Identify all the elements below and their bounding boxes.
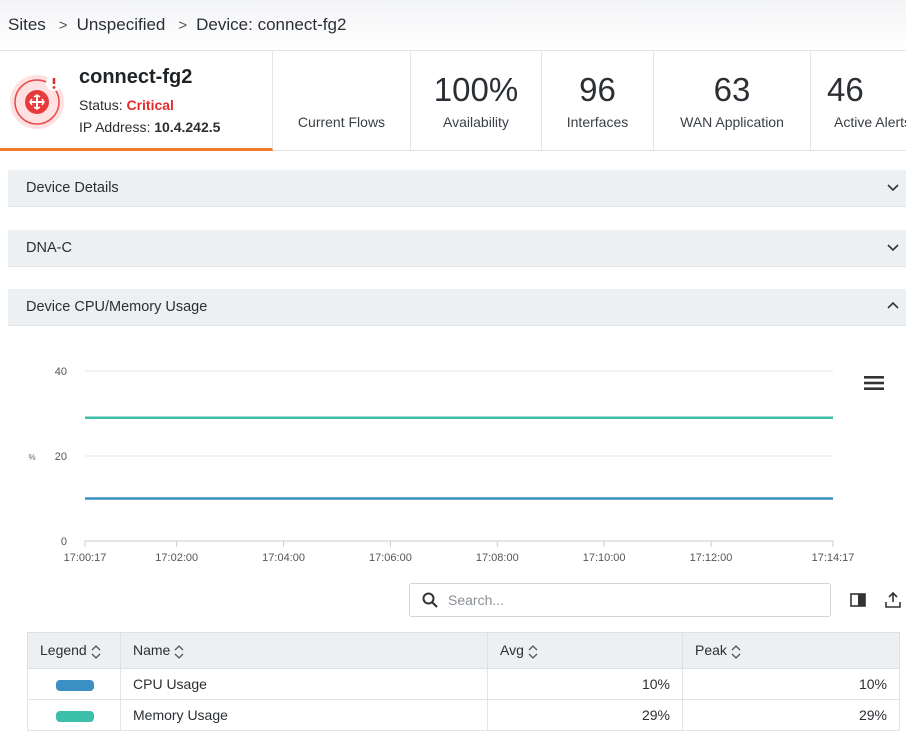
header-label: Legend (40, 642, 87, 659)
router-icon (8, 73, 66, 131)
metric-label: Current Flows (297, 114, 386, 130)
x-tick-label: 17:02:00 (155, 552, 198, 564)
ip-value: 10.4.242.5 (154, 119, 221, 135)
legend-cell (27, 699, 121, 731)
x-tick-label: 17:06:00 (369, 552, 412, 564)
metric-label: Active Alerts (834, 114, 906, 130)
x-tick-label: 17:00:17 (64, 552, 107, 564)
x-tick-label: 17:14:17 (812, 552, 855, 564)
avg-cell: 10% (487, 668, 683, 700)
metric-value: 100% (433, 71, 519, 108)
x-tick-label: 17:04:00 (262, 552, 305, 564)
sort-icon (91, 644, 101, 659)
search-box (409, 583, 831, 617)
metric-value: 46 (827, 71, 864, 108)
y-tick-label: 40 (55, 366, 67, 378)
accordion-device-details[interactable]: Device Details (8, 170, 906, 207)
status-value: Critical (126, 97, 174, 113)
header-label: Peak (695, 642, 727, 659)
device-ip: IP Address: 10.4.242.5 (79, 119, 220, 135)
export-icon[interactable] (884, 591, 902, 609)
search-icon (422, 592, 438, 608)
avg-cell: 29% (487, 699, 683, 731)
chevron-up-icon (887, 301, 899, 309)
usage-table: Legend Name Avg Peak CPU Usage 10% 10% M… (27, 632, 900, 731)
column-header-name[interactable]: Name (120, 632, 488, 669)
metric-label: Availability (443, 114, 509, 130)
metric-active-alerts[interactable]: 46 Active Alerts (811, 51, 906, 151)
y-tick-label: 20 (55, 451, 67, 463)
name-cell: Memory Usage (120, 699, 488, 731)
breadcrumb: Sites > Unspecified > Device: connect-fg… (0, 0, 906, 50)
peak-cell: 10% (682, 668, 900, 700)
metric-wan-application[interactable]: 63 WAN Application (654, 51, 811, 151)
breadcrumb-device: Device: connect-fg2 (196, 15, 347, 34)
x-tick-label: 17:12:00 (690, 552, 733, 564)
device-status: Status: Critical (79, 97, 174, 113)
name-cell: CPU Usage (120, 668, 488, 700)
metric-availability[interactable]: 100% Availability (411, 51, 542, 151)
peak-cell: 29% (682, 699, 900, 731)
breadcrumb-separator: > (58, 16, 68, 34)
chart-menu-icon[interactable] (864, 375, 884, 391)
metric-label: Interfaces (566, 114, 629, 130)
metric-value: 96 (579, 71, 616, 108)
table-row[interactable]: CPU Usage 10% 10% (27, 668, 900, 700)
header-label: Name (133, 642, 171, 659)
y-axis-label: % (28, 453, 35, 462)
breadcrumb-sites[interactable]: Sites (8, 15, 46, 35)
cpu-memory-chart: 0 20 40% 17:00:17 17:02:00 17:04:00 17:06:00 17… (28, 366, 855, 564)
sort-icon (528, 644, 538, 659)
x-tick-label: 17:08:00 (476, 552, 519, 564)
column-header-legend[interactable]: Legend (27, 632, 121, 669)
breadcrumb-separator: > (178, 16, 188, 34)
sort-icon (174, 644, 184, 659)
accordion-title: DNA-C (26, 240, 72, 256)
table-header-row: Legend Name Avg Peak (27, 632, 900, 669)
x-tick-label: 17:10:00 (583, 552, 626, 564)
search-input[interactable] (446, 591, 826, 609)
legend-swatch (56, 710, 94, 722)
table-row[interactable]: Memory Usage 29% 29% (27, 699, 900, 731)
chevron-down-icon (887, 184, 899, 192)
device-name: connect-fg2 (79, 66, 193, 88)
metric-value: 63 (713, 71, 751, 108)
column-header-peak[interactable]: Peak (682, 632, 900, 669)
accordion-title: Device Details (26, 180, 119, 196)
device-summary-card[interactable]: connect-fg2 Status: Critical IP Address:… (0, 51, 273, 151)
status-label: Status: (79, 97, 123, 113)
breadcrumb-unspecified[interactable]: Unspecified (77, 15, 166, 35)
legend-cell (27, 668, 121, 700)
columns-icon[interactable] (849, 591, 867, 609)
accordion-title: Device CPU/Memory Usage (26, 299, 208, 315)
header-label: Avg (500, 642, 524, 659)
metric-current-flows[interactable]: Current Flows (273, 51, 411, 151)
metric-label: WAN Application (680, 114, 784, 130)
legend-swatch (56, 679, 94, 691)
y-tick-label: 0 (61, 536, 67, 548)
accordion-dnac[interactable]: DNA-C (8, 230, 906, 267)
accordion-cpu-memory[interactable]: Device CPU/Memory Usage (8, 289, 906, 326)
metric-interfaces[interactable]: 96 Interfaces (542, 51, 654, 151)
chevron-down-icon (887, 244, 899, 252)
ip-label: IP Address: (79, 119, 151, 135)
column-header-avg[interactable]: Avg (487, 632, 683, 669)
device-header: connect-fg2 Status: Critical IP Address:… (0, 50, 906, 151)
sort-icon (731, 644, 741, 659)
